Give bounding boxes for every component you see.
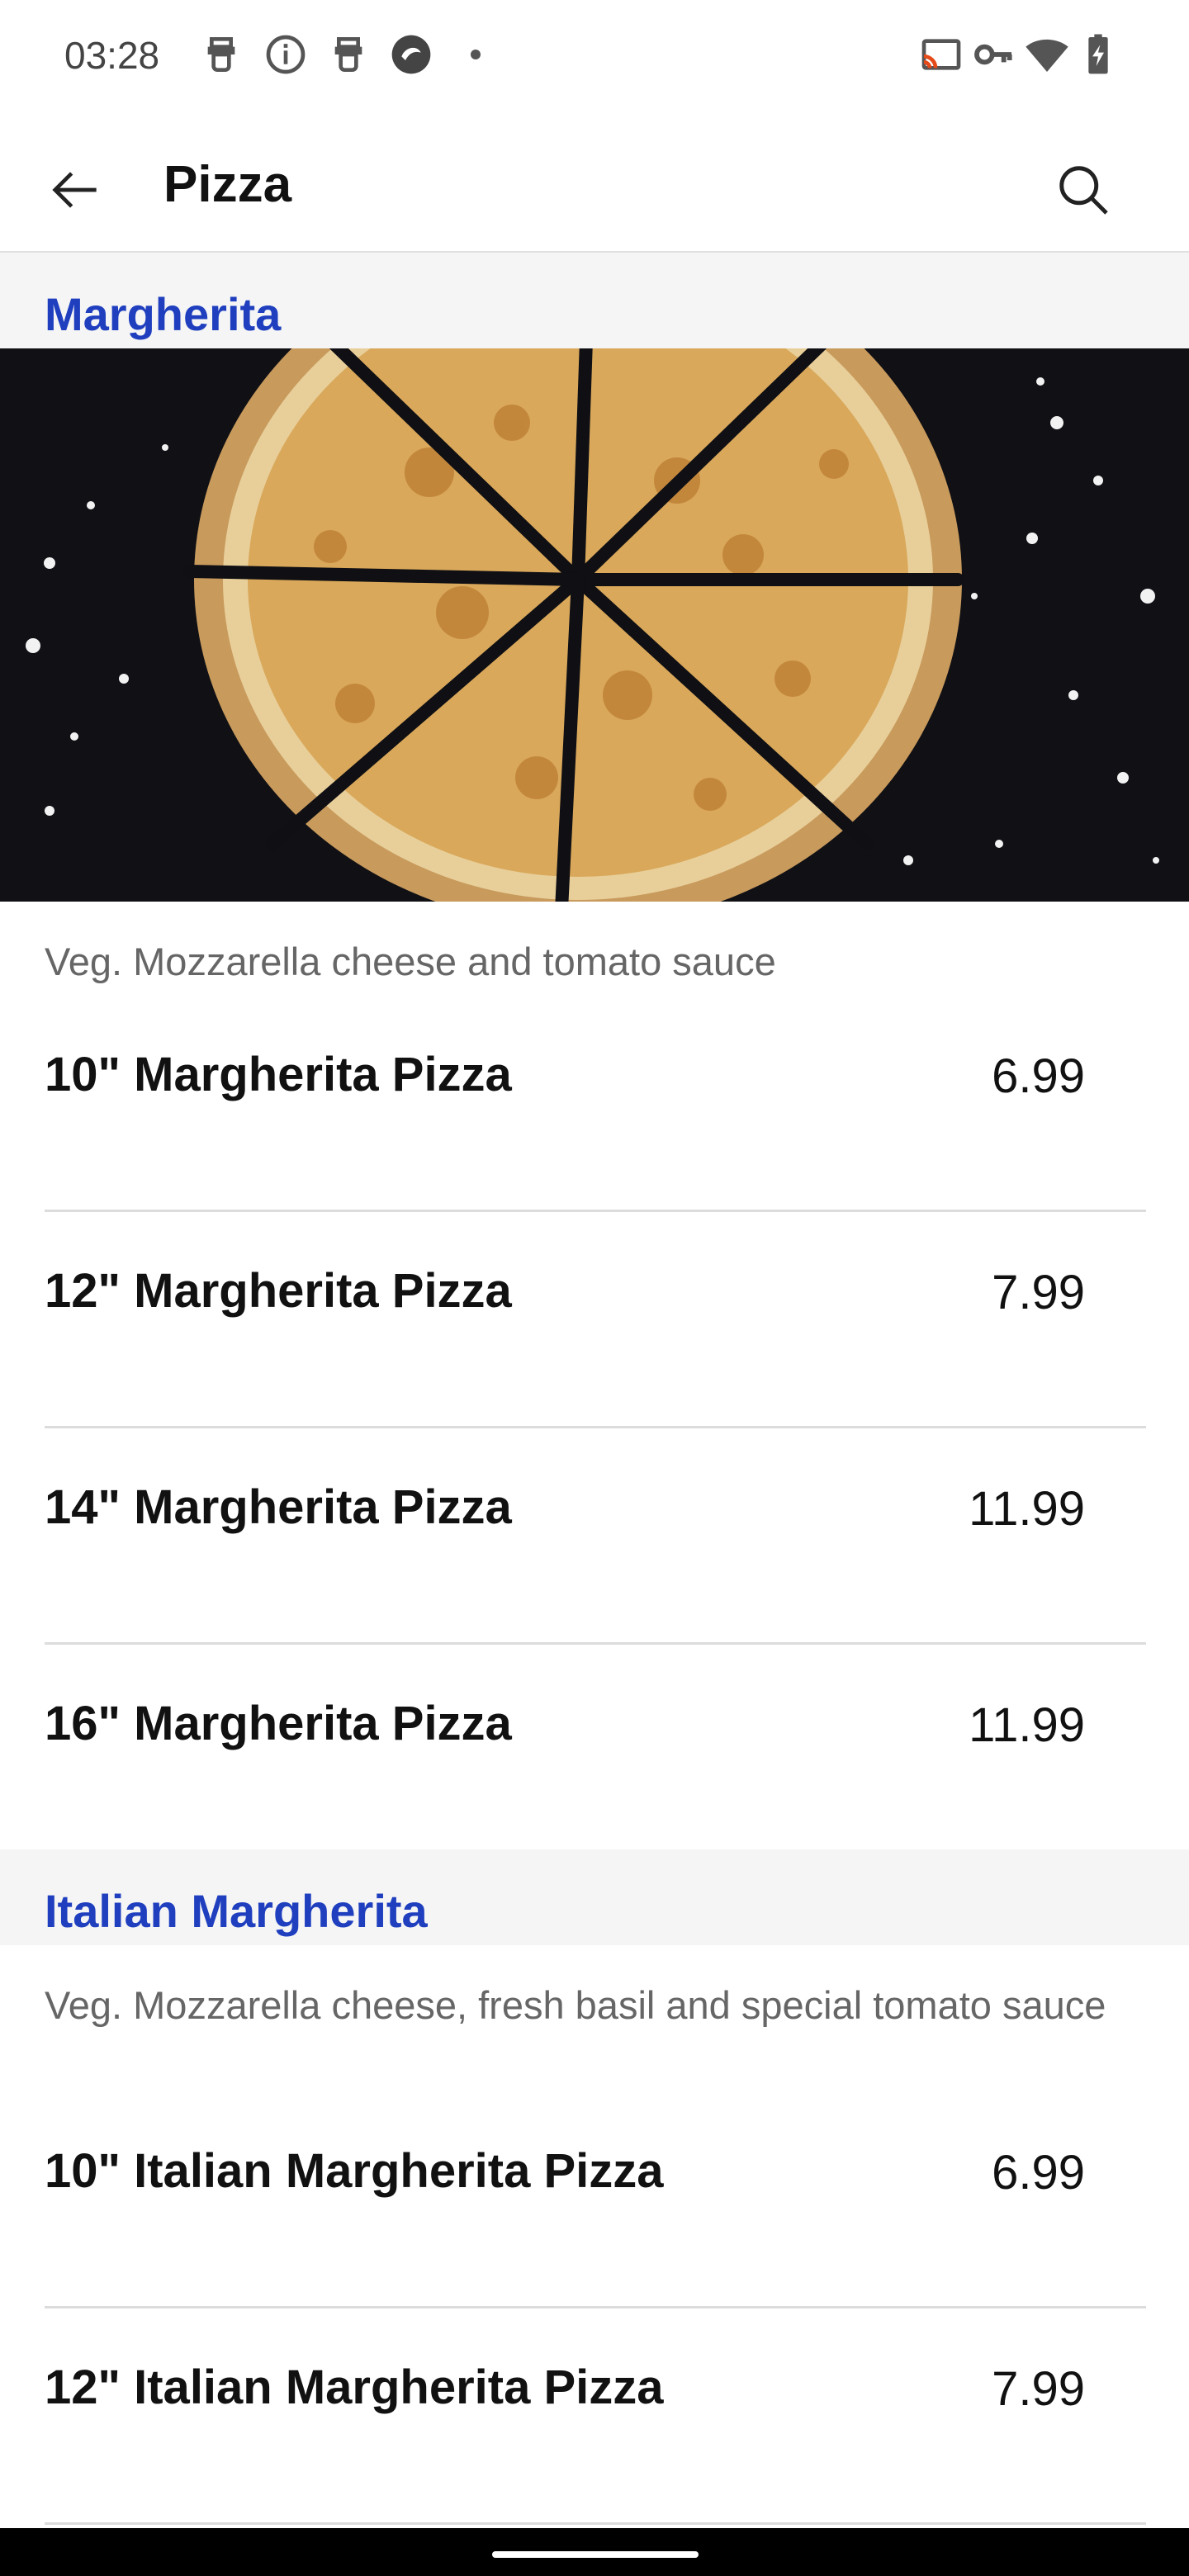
- list-item[interactable]: 10" Margherita Pizza 6.99: [0, 996, 1189, 1212]
- divider: [45, 2522, 1146, 2525]
- item-price: 11.99: [969, 1698, 1085, 1752]
- home-gesture-handle[interactable]: [492, 2551, 699, 2558]
- dot-icon: [461, 31, 490, 78]
- section-title: Margherita: [45, 288, 282, 340]
- search-button[interactable]: [1049, 155, 1118, 225]
- item-price: 6.99: [992, 2146, 1085, 2200]
- pizza-image: [0, 348, 1189, 902]
- list-item[interactable]: 16" Margherita Pizza 11.99: [0, 1645, 1189, 1861]
- item-name: 12" Italian Margherita Pizza: [45, 2361, 664, 2414]
- battery-charging-icon: [1075, 31, 1121, 78]
- list-item[interactable]: 12" Italian Margherita Pizza 7.99: [0, 2308, 1189, 2525]
- item-name: 10" Margherita Pizza: [45, 1048, 512, 1101]
- info-icon: [263, 31, 309, 78]
- status-time: 03:28: [64, 34, 160, 77]
- item-price: 7.99: [992, 1266, 1085, 1319]
- cast-icon: [918, 31, 964, 78]
- list-item[interactable]: 12" Margherita Pizza 7.99: [0, 1212, 1189, 1428]
- item-name: 12" Margherita Pizza: [45, 1264, 512, 1318]
- navigation-bar: [0, 2528, 1189, 2576]
- back-button[interactable]: [41, 157, 107, 223]
- section-header-margherita: Margherita: [0, 253, 1189, 348]
- section-header-italian-margherita: Italian Margherita: [0, 1849, 1189, 1945]
- item-name: 10" Italian Margherita Pizza: [45, 2144, 664, 2198]
- search-icon: [1059, 166, 1108, 215]
- list-item[interactable]: 14" Margherita Pizza 11.99: [0, 1428, 1189, 1645]
- arrow-left-icon: [52, 172, 97, 208]
- status-bar: 03:28: [0, 0, 1189, 124]
- item-name: 14" Margherita Pizza: [45, 1480, 512, 1534]
- section-description: Veg. Mozzarella cheese and tomato sauce: [45, 940, 776, 983]
- page-title: Pizza: [163, 156, 292, 213]
- wifi-icon: [1024, 31, 1070, 78]
- item-price: 7.99: [992, 2362, 1085, 2416]
- notification-app-icon: [198, 31, 244, 78]
- app-bar: Pizza: [0, 124, 1189, 253]
- notification-app-icon: [325, 31, 372, 78]
- list-item[interactable]: 10" Italian Margherita Pizza 6.99: [0, 2092, 1189, 2308]
- app-badge-icon: [388, 31, 434, 78]
- item-name: 16" Margherita Pizza: [45, 1697, 512, 1750]
- section-description: Veg. Mozzarella cheese, fresh basil and …: [45, 1983, 1106, 2027]
- vpn-key-icon: [971, 31, 1017, 78]
- section-title: Italian Margherita: [45, 1885, 428, 1937]
- item-price: 6.99: [992, 1049, 1085, 1103]
- item-price: 11.99: [969, 1482, 1085, 1536]
